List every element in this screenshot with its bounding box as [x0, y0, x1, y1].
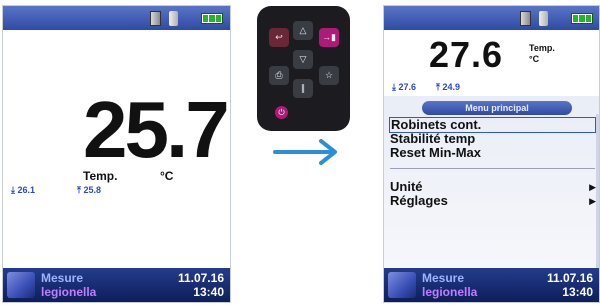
up-key[interactable]: △ — [293, 21, 313, 40]
date-time: 11.07.16 13:40 — [178, 271, 224, 299]
memory-card-icon — [150, 11, 161, 26]
date: 11.07.16 — [177, 271, 224, 285]
measurement-mode-icon — [388, 272, 416, 298]
menu-scrollbar[interactable] — [596, 114, 599, 269]
power-button[interactable]: ⏻ — [275, 106, 288, 119]
date: 11.07.16 — [546, 271, 593, 285]
menu-item-unite[interactable]: Unité — [390, 180, 423, 194]
submenu-arrow-icon: ▶ — [589, 196, 596, 206]
device-keypad: ↩ △ →▮ ▽ ⎙ ∥ ☆ ⏻ — [257, 6, 350, 131]
max-value-group: ⤒ 25.8 — [77, 185, 101, 196]
menu-title: Menu principal — [422, 101, 572, 115]
enter-key[interactable]: →▮ — [319, 28, 339, 47]
min-value-group: ⤓ 26.1 — [11, 185, 35, 196]
battery-icon — [201, 13, 223, 24]
unit-label: °C — [529, 54, 540, 64]
down-key[interactable]: ▽ — [293, 50, 313, 69]
menu-item-robinets[interactable]: Robinets cont. — [389, 117, 596, 133]
min-value: 26.1 — [17, 185, 36, 195]
top-status-bar — [384, 6, 599, 30]
back-key[interactable]: ↩ — [269, 28, 289, 47]
pause-key[interactable]: ∥ — [293, 79, 313, 98]
device-screen-measurement: 25.7 Temp. °C ⤓ 26.1 ⤒ 25.8 Mesure legio… — [2, 5, 231, 303]
device-screen-main-menu: 27.6 Temp. °C ⤓ 27.6 ⤒ 24.9 Menu princip… — [383, 5, 600, 303]
max-value-group: ⤒ 24.9 — [436, 82, 460, 93]
top-status-bar — [3, 6, 230, 30]
battery-icon — [571, 13, 593, 24]
min-value-group: ⤓ 27.6 — [392, 82, 416, 93]
bottom-status-bar: Mesure legionella 11.07.16 13:40 — [384, 268, 599, 302]
print-key[interactable]: ⎙ — [269, 66, 289, 85]
date-time: 11.07.16 13:40 — [547, 271, 593, 299]
submenu-arrow-icon: ▶ — [589, 182, 596, 192]
mode-label: Mesure legionella — [41, 271, 97, 299]
measurement-value: 27.6 — [429, 34, 504, 75]
measurement-mode-icon — [7, 272, 35, 298]
probe-icon — [169, 11, 178, 26]
min-value: 27.6 — [398, 82, 417, 92]
max-arrow-icon: ⤒ — [436, 82, 440, 92]
probe-icon — [539, 11, 548, 26]
max-value: 25.8 — [83, 185, 102, 195]
min-arrow-icon: ⤓ — [392, 82, 396, 92]
menu-divider — [390, 168, 595, 169]
parameter-label: Temp. — [529, 43, 555, 53]
time: 13:40 — [562, 285, 593, 299]
menu-item-reset-minmax[interactable]: Reset Min-Max — [390, 146, 481, 160]
mode-label: Mesure legionella — [422, 271, 478, 299]
max-value: 24.9 — [442, 82, 461, 92]
time: 13:40 — [193, 285, 224, 299]
menu-item-reglages[interactable]: Réglages — [390, 194, 448, 208]
right-arrow-icon — [273, 139, 337, 165]
favorite-key[interactable]: ☆ — [319, 66, 339, 85]
memory-card-icon — [520, 11, 531, 26]
min-arrow-icon: ⤓ — [11, 185, 15, 195]
unit-label: °C — [160, 169, 174, 183]
bottom-status-bar: Mesure legionella 11.07.16 13:40 — [3, 268, 230, 302]
menu-item-stabilite[interactable]: Stabilité temp — [390, 132, 475, 146]
measurement-value: 25.7 — [83, 85, 230, 174]
max-arrow-icon: ⤒ — [77, 185, 81, 195]
parameter-label: Temp. — [83, 169, 118, 183]
